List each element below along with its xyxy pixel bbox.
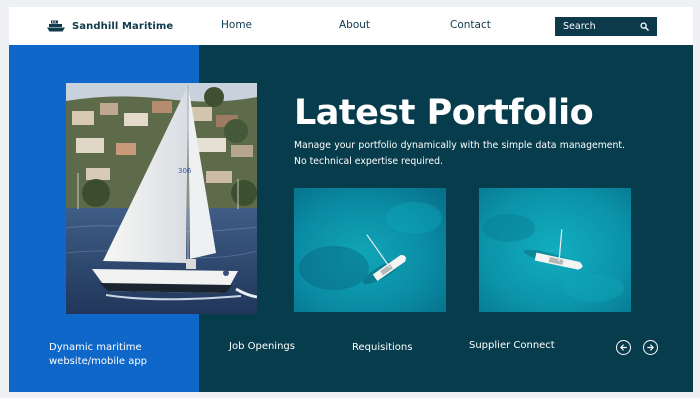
arrow-left-icon — [620, 344, 627, 351]
link-requisitions[interactable]: Requisitions — [352, 342, 412, 353]
arrow-right-icon — [647, 344, 654, 351]
ship-icon — [47, 20, 65, 32]
aerial-boat-photo-2[interactable] — [479, 188, 631, 312]
top-navbar: Sandhill Maritime Home About Contact — [9, 7, 693, 45]
search-box — [555, 17, 657, 36]
page-frame: Sandhill Maritime Home About Contact Sea… — [9, 7, 693, 392]
sailboat-photo: 306 — [66, 83, 257, 314]
search-icon[interactable] — [640, 22, 649, 31]
brand-name: Sandhill Maritime — [72, 20, 174, 32]
svg-text:306: 306 — [178, 167, 192, 175]
search-input[interactable] — [563, 21, 640, 32]
nav-contact[interactable]: Contact — [450, 19, 491, 31]
aerial-boat-photo-1[interactable] — [294, 188, 446, 312]
link-supplier-connect[interactable]: Supplier Connect — [469, 340, 555, 351]
portfolio-description: Manage your portfolio dynamically with t… — [294, 140, 625, 167]
portfolio-title: Latest Portfolio — [294, 93, 594, 133]
hero-caption: Dynamic maritime website/mobile app — [49, 342, 148, 367]
nav-home[interactable]: Home — [221, 19, 252, 31]
link-job-openings[interactable]: Job Openings — [229, 341, 295, 352]
brand-logo[interactable]: Sandhill Maritime — [47, 18, 173, 34]
carousel-prev-button[interactable] — [616, 340, 631, 355]
nav-about[interactable]: About — [339, 19, 370, 31]
carousel-next-button[interactable] — [643, 340, 658, 355]
